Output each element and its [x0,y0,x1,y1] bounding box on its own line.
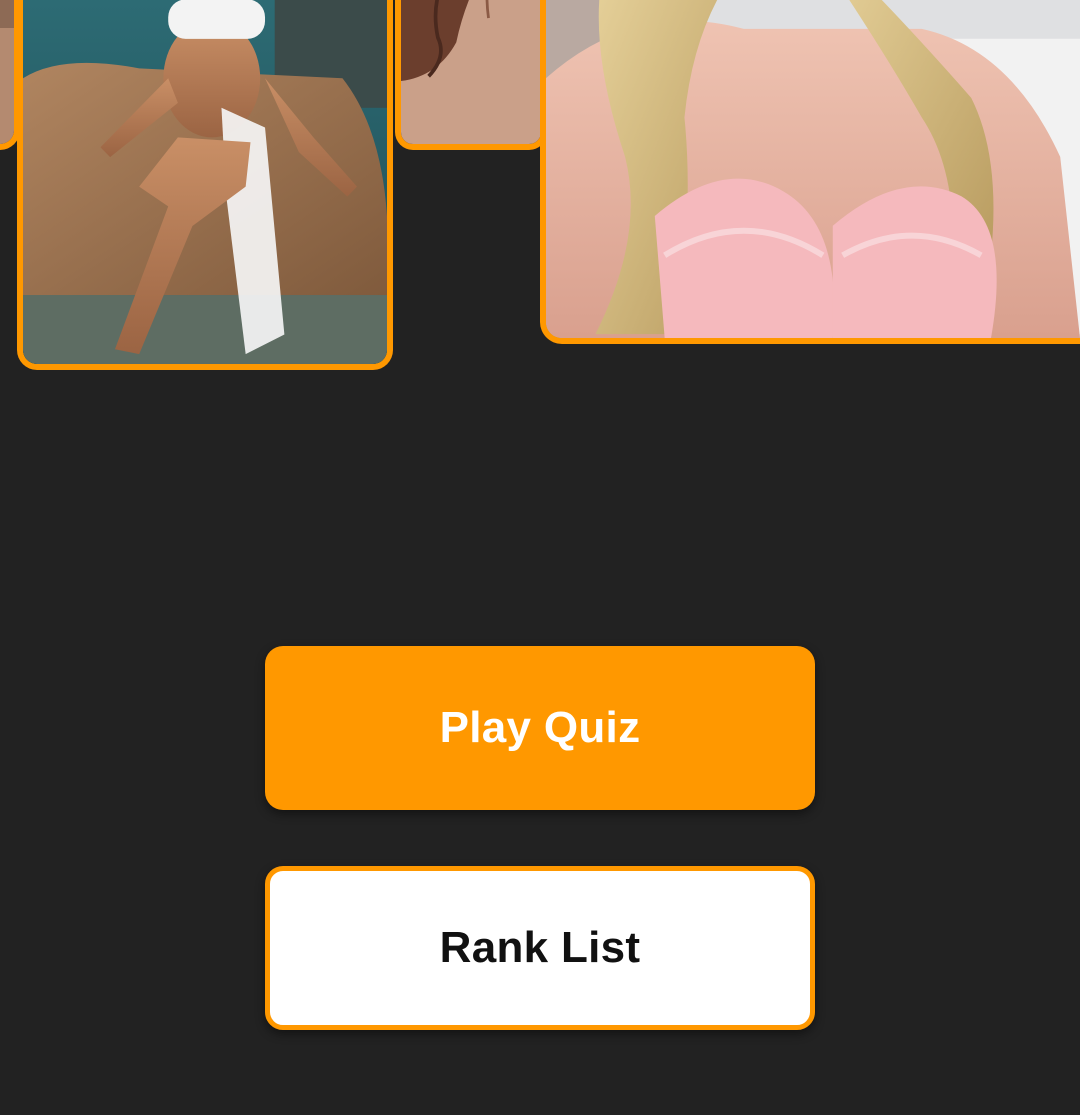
rank-list-button[interactable]: Rank List [265,866,815,1030]
photo-card-lingerie[interactable] [540,0,1080,344]
play-quiz-button[interactable]: Play Quiz [265,646,815,810]
photo-edge-image [0,0,14,144]
photo-hair-image [401,0,541,144]
play-quiz-label: Play Quiz [439,703,641,752]
photo-lingerie-image [546,0,1080,338]
home-screen: Play Quiz Rank List [0,0,1080,1115]
rank-list-label: Rank List [439,923,641,972]
photo-card-hair[interactable] [395,0,547,150]
photo-bikini-image [23,0,387,364]
photo-card-bikini[interactable] [17,0,393,370]
